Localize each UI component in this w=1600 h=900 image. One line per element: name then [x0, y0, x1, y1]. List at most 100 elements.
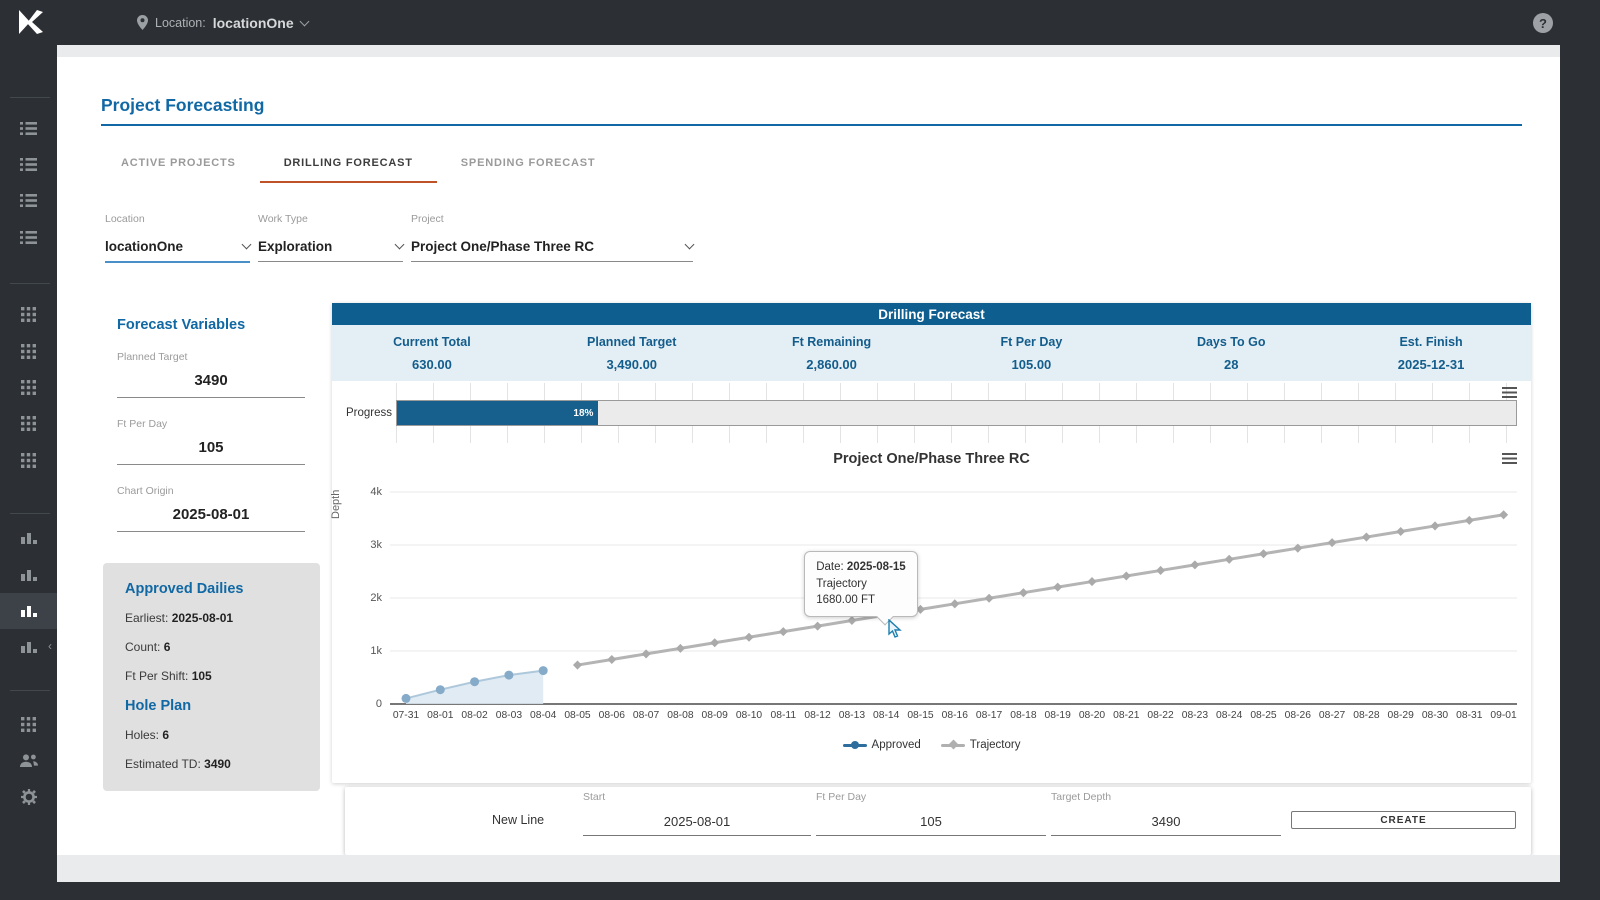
chart-legend: Approved Trajectory — [332, 739, 1531, 751]
approved-dailies-title: Approved Dailies — [125, 581, 298, 597]
sidebar-item-list-1[interactable] — [0, 110, 57, 146]
target-depth-input[interactable] — [1051, 803, 1281, 836]
tooltip-value: 1680.00 FT — [816, 592, 906, 609]
progress-percent: 18% — [573, 408, 598, 419]
sidebar-item-grid-4[interactable] — [0, 405, 57, 441]
chart-tooltip: Date: 2025-08-15 Trajectory 1680.00 FT — [804, 551, 918, 617]
list-icon — [20, 231, 37, 244]
stat-header: Ft Per Day — [1000, 335, 1062, 349]
work-type-filter-select[interactable]: Exploration — [258, 239, 403, 261]
ft-per-day-input[interactable] — [117, 430, 305, 465]
chart-origin-input[interactable] — [117, 497, 305, 532]
stat-header: Planned Target — [587, 335, 676, 349]
x-tick-label: 08-30 — [1422, 710, 1448, 721]
planned-target-label: Planned Target — [117, 351, 305, 363]
location-filter-label: Location — [105, 213, 250, 225]
sidebar-item-grid-5[interactable] — [0, 442, 57, 478]
new-line-ft-per-day-input[interactable] — [816, 803, 1046, 836]
count-item: Count: 6 — [125, 640, 298, 654]
stat-header: Current Total — [393, 335, 471, 349]
legend-trajectory[interactable]: Trajectory — [941, 739, 1021, 751]
y-tick-4k: 4k — [338, 486, 382, 498]
app-logo[interactable] — [18, 9, 44, 35]
location-value[interactable]: locationOne — [213, 15, 294, 31]
project-filter: Project Project One/Phase Three RC — [411, 213, 693, 262]
location-filter-select[interactable]: locationOne — [105, 239, 250, 261]
sidebar-divider — [10, 513, 50, 514]
chart-menu-icon[interactable] — [1502, 453, 1517, 464]
sidebar-item-settings[interactable] — [0, 779, 57, 815]
grid-icon — [21, 344, 36, 359]
x-tick-label: 08-08 — [667, 710, 693, 721]
sidebar-item-chart-1[interactable] — [0, 520, 57, 556]
stat-header: Est. Finish — [1399, 335, 1462, 349]
location-label: Location: — [155, 16, 206, 30]
grid-icon — [21, 416, 36, 431]
project-filter-select[interactable]: Project One/Phase Three RC — [411, 239, 693, 261]
x-tick-label: 08-22 — [1147, 710, 1173, 721]
new-line-card: New Line Start Ft Per Day Target Depth C… — [345, 787, 1531, 855]
list-icon — [20, 194, 37, 207]
stat-value: 2025-12-31 — [1398, 357, 1465, 372]
sidebar-item-list-2[interactable] — [0, 146, 57, 182]
stat-current-total: Current Total630.00 — [332, 325, 532, 381]
sidebar-item-grid-1[interactable] — [0, 296, 57, 332]
progress-label: Progress — [346, 407, 392, 419]
legend-approved[interactable]: Approved — [843, 739, 921, 751]
sidebar-item-chart-4[interactable]: ‹ — [0, 629, 57, 665]
x-tick-label: 08-02 — [461, 710, 487, 721]
sidebar-item-grid-3[interactable] — [0, 369, 57, 405]
planned-target-input[interactable] — [117, 363, 305, 398]
help-button[interactable]: ? — [1533, 13, 1553, 33]
page-title: Project Forecasting — [101, 95, 264, 116]
location-filter-value: locationOne — [105, 239, 183, 254]
ft-per-day-field: Ft Per Day — [117, 418, 305, 465]
holes-value: 6 — [162, 728, 169, 742]
sidebar-item-grid-2[interactable] — [0, 333, 57, 369]
grid-icon — [21, 380, 36, 395]
start-input[interactable] — [583, 803, 811, 836]
stat-days-to-go: Days To Go28 — [1131, 325, 1331, 381]
forecast-chart: Depth 0 1k 2k 3k 4k 07-3108-0108-0208-03… — [332, 477, 1531, 727]
legend-approved-marker — [843, 744, 867, 747]
drilling-forecast-card: Drilling Forecast Current Total630.00 Pl… — [332, 303, 1531, 783]
x-tick-label: 08-17 — [976, 710, 1002, 721]
chart-plot-area[interactable] — [332, 477, 1531, 727]
tab-drilling-forecast[interactable]: DRILLING FORECAST — [260, 147, 437, 183]
sidebar-divider — [10, 690, 50, 691]
location-selector[interactable]: Location: locationOne — [137, 0, 308, 45]
progress-menu-icon[interactable] — [1502, 387, 1517, 398]
x-tick-label: 08-26 — [1285, 710, 1311, 721]
sidebar-item-list-3[interactable] — [0, 182, 57, 218]
create-button[interactable]: CREATE — [1291, 811, 1516, 829]
title-divider — [101, 124, 1522, 126]
x-tick-label: 08-10 — [736, 710, 762, 721]
x-tick-label: 08-01 — [427, 710, 453, 721]
tab-spending-forecast[interactable]: SPENDING FORECAST — [437, 147, 620, 183]
x-tick-label: 08-18 — [1010, 710, 1036, 721]
ft-per-day-label: Ft Per Day — [816, 791, 1046, 803]
count-value: 6 — [164, 640, 171, 654]
list-icon — [20, 158, 37, 171]
project-filter-label: Project — [411, 213, 693, 225]
tooltip-series: Trajectory — [816, 576, 906, 593]
sidebar-item-apps[interactable] — [0, 706, 57, 742]
grid-icon — [21, 717, 36, 732]
sidebar-item-list-4[interactable] — [0, 219, 57, 255]
ft-per-shift-item: Ft Per Shift: 105 — [125, 669, 298, 683]
x-tick-label: 08-27 — [1319, 710, 1345, 721]
y-tick-1k: 1k — [338, 645, 382, 657]
new-line-start-field: Start — [583, 791, 811, 836]
tab-active-projects[interactable]: ACTIVE PROJECTS — [97, 147, 260, 183]
chevron-left-icon: ‹ — [48, 639, 52, 653]
stat-header: Days To Go — [1197, 335, 1266, 349]
x-tick-label: 08-19 — [1045, 710, 1071, 721]
sidebar-item-chart-3-active[interactable] — [0, 593, 57, 629]
x-tick-label: 08-04 — [530, 710, 556, 721]
sidebar-item-chart-2[interactable] — [0, 557, 57, 593]
sidebar-item-users[interactable] — [0, 742, 57, 778]
earliest-label: Earliest: — [125, 611, 172, 625]
x-tick-label: 09-01 — [1490, 710, 1516, 721]
stat-value: 3,490.00 — [606, 357, 657, 372]
tooltip-date: 2025-08-15 — [847, 561, 906, 573]
